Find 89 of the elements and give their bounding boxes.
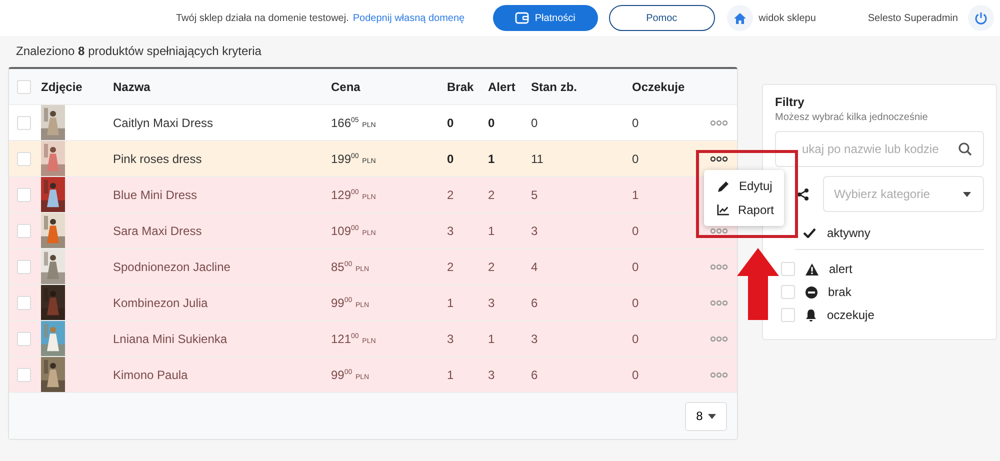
row-checkbox[interactable] [17,188,31,202]
table-cell-text: 0 [531,116,539,130]
column-header: Alert [488,80,516,94]
more-options-icon[interactable] [710,156,728,162]
filters-title: Filtry [775,95,804,109]
table-cell-text: 0 [632,296,640,310]
attach-domain-link[interactable]: Podepnij własną domenę [352,12,465,24]
filters-hint: Możesz wybrać kilka jednocześnie [775,112,928,123]
domain-notice: Twój sklep działa na domenie testowej. [176,12,349,24]
filter-label: alert [829,262,852,276]
row-checkbox[interactable] [17,332,31,346]
table-cell-text: 0 [632,260,640,274]
filter-checkbox[interactable] [781,285,795,299]
product-name: Lniana Mini Sukienka [113,332,228,346]
search-field[interactable]: ukaj po nazwie lub kodzie [775,131,984,167]
table-cell-text: 2 [447,188,455,202]
table-cell-text: 0 [632,116,640,130]
page-size-select[interactable]: 8 [685,402,727,430]
filter-label: aktywny [827,226,870,240]
table-cell-text: 4 [531,260,539,274]
pencil-icon [717,180,730,192]
column-header: Brak [447,80,475,94]
column-header: Oczekuje [632,80,686,94]
table-cell-text: 1 [447,296,455,310]
table-cell-text: 2 [447,260,455,274]
table-cell-text: 0 [447,152,455,166]
table-cell-text: 0 [632,332,640,346]
column-header: Nazwa [113,80,152,94]
filter-checkbox[interactable] [781,262,795,276]
table-cell-text: 0 [632,152,640,166]
table-cell-text: 6 [531,368,539,382]
table-cell-text: 3 [447,332,455,346]
table-cell-text: 6 [531,296,539,310]
caret-icon [963,192,971,196]
product-name: Kimono Paula [113,368,189,382]
filter-label: brak [828,285,852,299]
arrow-drawing [737,248,779,320]
table-cell-text: 0 [488,116,496,130]
home-icon[interactable] [726,5,753,31]
row-checkbox[interactable] [17,152,31,166]
table-cell-text: 11 [531,152,544,166]
results-summary: Znaleziono 8 produktów spełniających kryteria [16,44,262,58]
select-all-checkbox[interactable] [17,80,31,94]
table-cell-text: 5 [531,188,539,202]
column-header: Zdjęcie [41,80,84,94]
table-cell-text: 3 [447,224,455,238]
caret-icon [708,414,716,418]
share-icon[interactable] [797,188,809,200]
product-name: Sara Maxi Dress [113,224,203,238]
table-cell-text: 2 [488,260,496,274]
user-name: Selesto Superadmin [868,12,958,24]
table-cell-text: 0 [632,368,640,382]
search-icon [958,142,972,156]
table-cell-text: 3 [488,296,496,310]
table-cell-text: 3 [531,224,539,238]
table-cell-text: 0 [632,224,640,238]
table-cell-text: 3 [531,332,539,346]
power-icon[interactable] [968,5,994,31]
table-cell-text: 1 [447,368,455,382]
table-cell-text: 0 [447,116,455,130]
checkmark-icon[interactable] [803,228,816,238]
wallet-icon [514,12,529,24]
row-checkbox[interactable] [17,116,31,130]
column-header: Stan zb. [531,80,578,94]
bell-icon [805,308,817,322]
minus-circle-icon [805,286,818,298]
product-name: Kombinezon Julia [113,296,209,310]
table-cell-text: 2 [488,188,496,202]
product-name: Blue Mini Dress [113,188,198,202]
row-checkbox[interactable] [17,224,31,238]
table-cell-text: 1 [632,188,640,202]
shop-view-link[interactable]: widok sklepu [758,12,816,24]
product-name: Spodnionezon Jacline [113,260,232,274]
product-name: Caitlyn Maxi Dress [113,116,214,130]
product-name: Pink roses dress [113,152,203,166]
row-checkbox[interactable] [17,260,31,274]
row-checkbox[interactable] [17,296,31,310]
warning-icon [805,262,819,276]
table-cell-text: 3 [488,368,496,382]
filter-checkbox[interactable] [781,308,795,322]
payments-button[interactable]: Płatności [492,5,598,31]
line-chart-icon [717,204,729,216]
help-button[interactable]: Pomoc [608,5,715,31]
table-cell-text: 1 [488,152,496,166]
column-header: Cena [331,80,362,94]
filter-label: oczekuje [827,308,874,322]
row-checkbox[interactable] [17,368,31,382]
table-cell-text: 1 [488,224,496,238]
table-cell-text: 1 [488,332,496,346]
